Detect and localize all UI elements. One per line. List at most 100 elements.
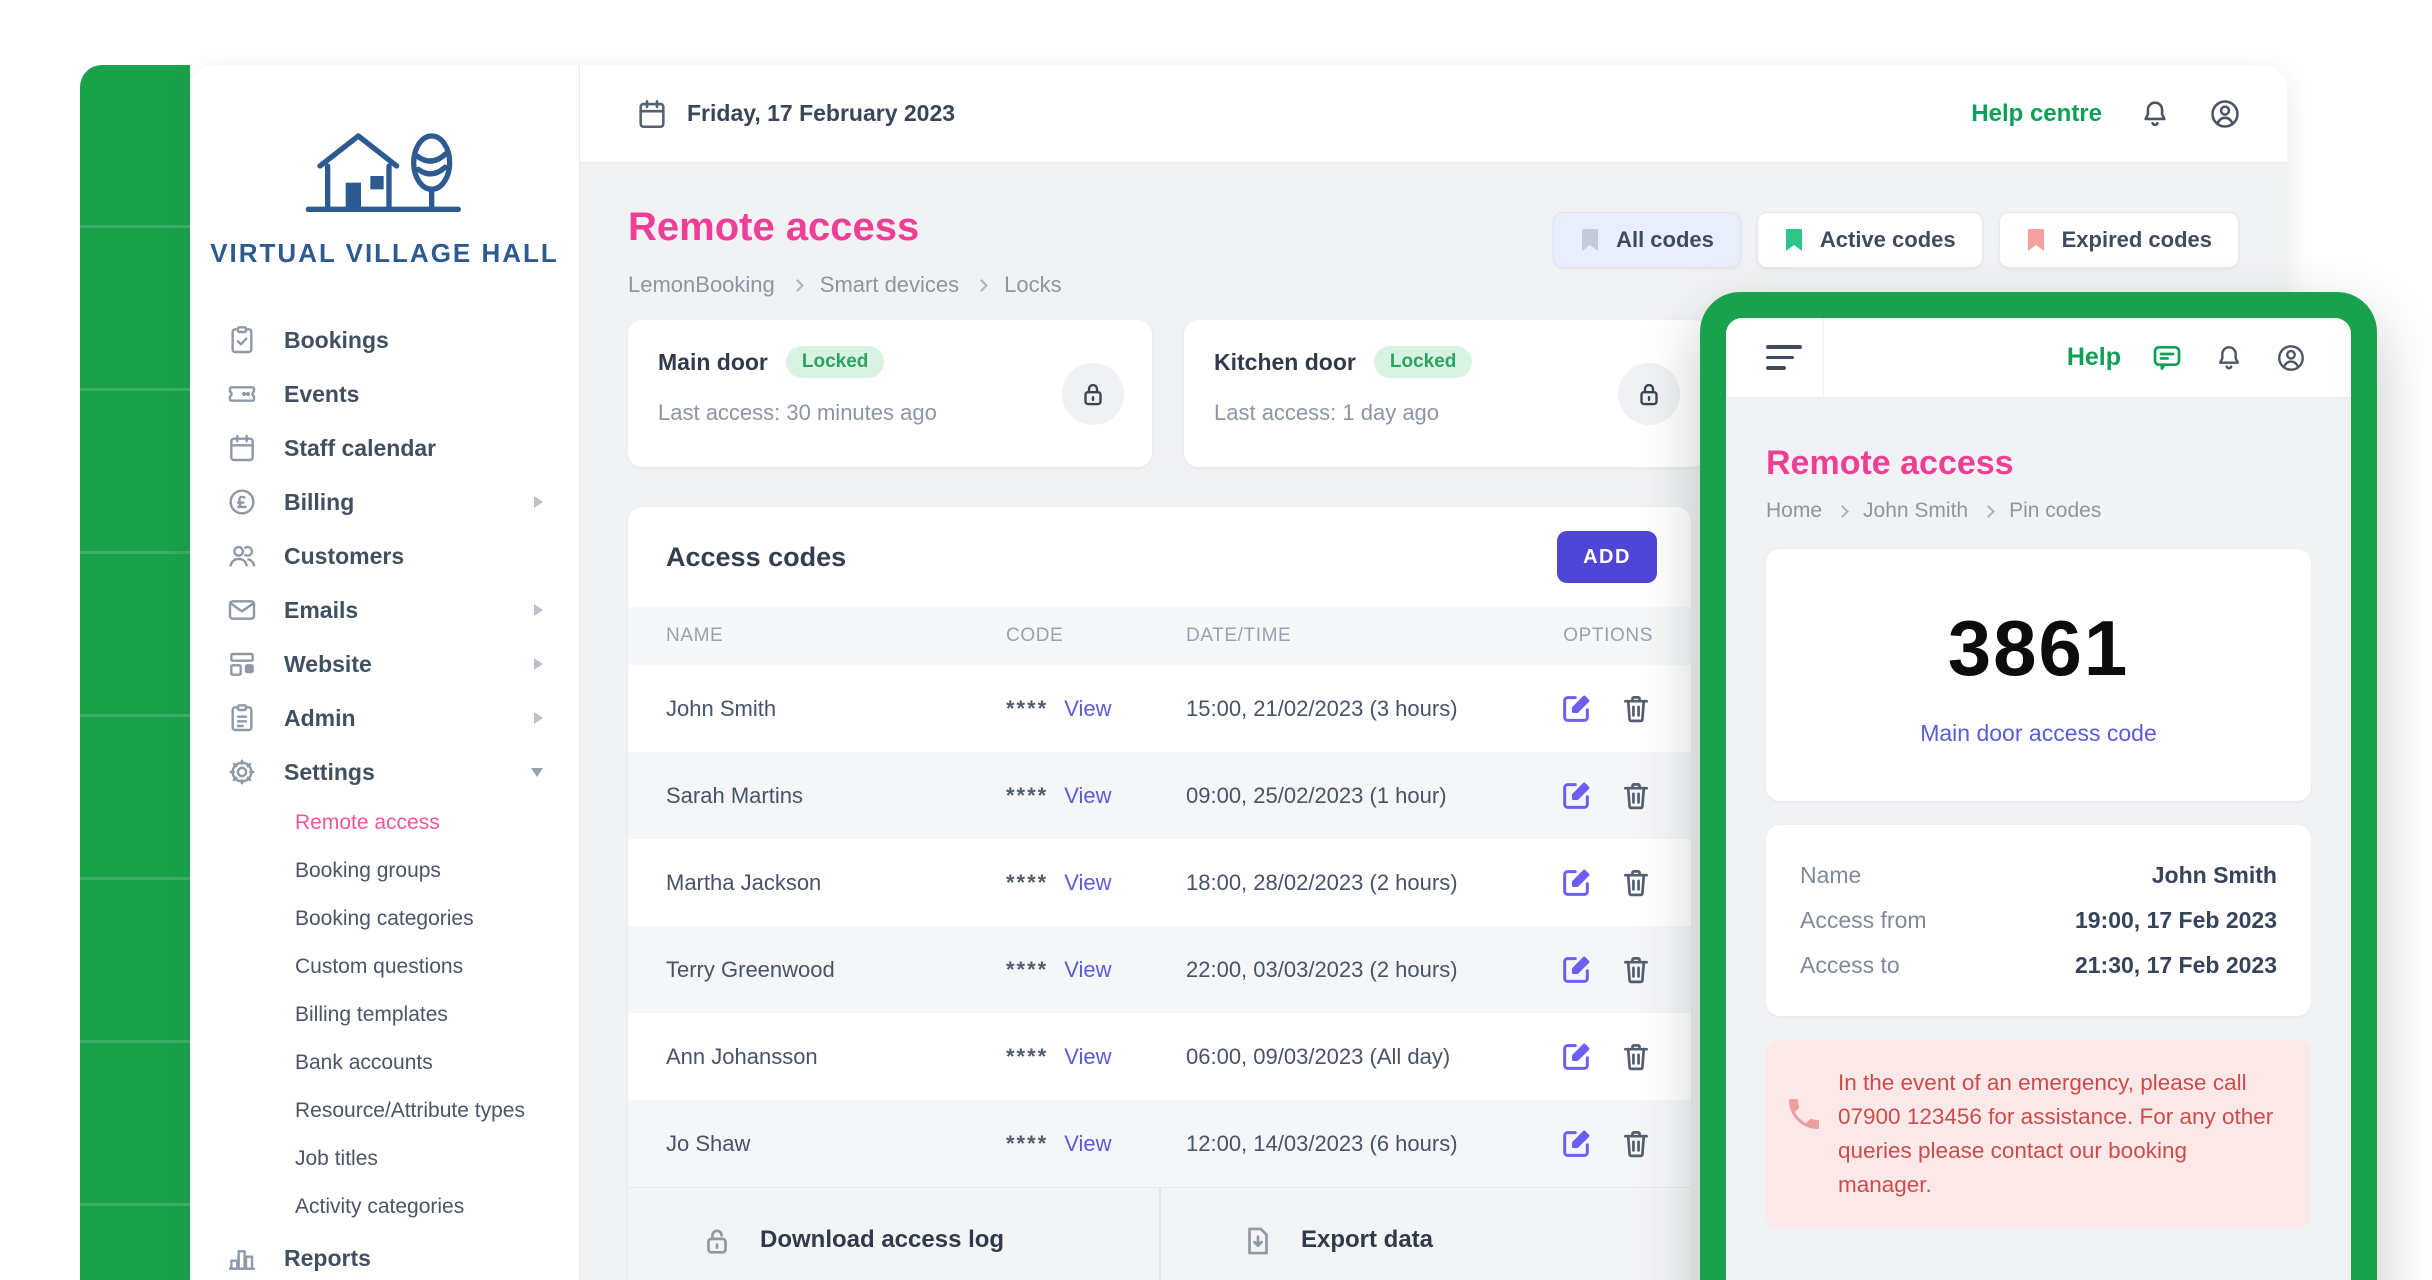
delete-button[interactable] (1619, 692, 1653, 726)
user-avatar-icon[interactable] (2208, 97, 2242, 131)
bell-icon[interactable] (2138, 97, 2172, 131)
edit-button[interactable] (1559, 692, 1593, 726)
sidebar-subitem-remote-access[interactable]: Remote access (190, 799, 579, 847)
row-name: Ann Johansson (666, 1044, 1006, 1070)
sidebar-subitem-billing-templates[interactable]: Billing templates (190, 991, 579, 1039)
delete-button[interactable] (1619, 1040, 1653, 1074)
download-access-log-button[interactable]: Download access log (628, 1188, 1159, 1280)
sidebar-subitem-booking-groups[interactable]: Booking groups (190, 847, 579, 895)
breadcrumb-item[interactable]: Home (1766, 499, 1822, 523)
last-access-text: Last access: 1 day ago (1214, 400, 1678, 426)
users-icon (226, 540, 258, 572)
chevron-right-icon (534, 658, 543, 670)
masked-code: **** (1006, 783, 1048, 809)
column-header-code: CODE (1006, 625, 1186, 647)
phone-help-link[interactable]: Help (2067, 343, 2121, 372)
sidebar-item-customers[interactable]: Customers (190, 529, 579, 583)
view-code-link[interactable]: View (1064, 957, 1111, 983)
sidebar-item-settings[interactable]: Settings (190, 745, 579, 799)
sidebar-item-emails[interactable]: Emails (190, 583, 579, 637)
export-data-button[interactable]: Export data (1159, 1188, 1691, 1280)
filter-all-codes[interactable]: All codes (1553, 212, 1741, 268)
sidebar-item-events[interactable]: Events (190, 367, 579, 421)
top-bar: Friday, 17 February 2023 Help centre (580, 65, 2287, 163)
view-code-link[interactable]: View (1064, 1131, 1111, 1157)
sidebar-subitem-resource-attribute-types[interactable]: Resource/Attribute types (190, 1087, 579, 1135)
delete-button[interactable] (1619, 779, 1653, 813)
user-avatar-icon[interactable] (2275, 342, 2307, 374)
delete-button[interactable] (1619, 1127, 1653, 1161)
bar-chart-icon (226, 1242, 258, 1274)
column-header-datetime: DATE/TIME (1186, 625, 1543, 647)
emergency-notice: In the event of an emergency, please cal… (1766, 1040, 2311, 1228)
view-code-link[interactable]: View (1064, 783, 1111, 809)
sidebar-item-label: Website (284, 651, 372, 678)
brand-logo: VIRTUAL VILLAGE HALL (190, 65, 579, 269)
chat-bubble-icon[interactable] (2151, 342, 2183, 374)
add-code-button[interactable]: ADD (1557, 531, 1657, 583)
pin-code-caption-link[interactable]: Main door access code (1920, 720, 2157, 747)
footer-action-label: Download access log (760, 1224, 1004, 1254)
access-codes-panel: Access codes ADD NAME CODE DATE/TIME OPT… (628, 507, 1691, 1280)
sidebar-item-website[interactable]: Website (190, 637, 579, 691)
help-centre-link[interactable]: Help centre (1971, 100, 2102, 128)
edit-button[interactable] (1559, 779, 1593, 813)
view-code-link[interactable]: View (1064, 696, 1111, 722)
delete-button[interactable] (1619, 866, 1653, 900)
filter-label: Expired codes (2062, 227, 2212, 253)
sidebar-subitem-bank-accounts[interactable]: Bank accounts (190, 1039, 579, 1087)
sidebar-item-reports[interactable]: Reports (190, 1231, 579, 1280)
padlock-icon (1634, 379, 1664, 409)
detail-value: John Smith (2152, 862, 2277, 889)
code-filters: All codes Active codes Expired codes (1553, 212, 2239, 268)
lock-toggle-button[interactable] (1618, 363, 1680, 425)
row-datetime: 06:00, 09/03/2023 (All day) (1186, 1044, 1543, 1070)
trash-icon (1619, 779, 1653, 813)
delete-button[interactable] (1619, 953, 1653, 987)
sidebar-subitem-activity-categories[interactable]: Activity categories (190, 1183, 579, 1231)
chevron-right-icon (534, 604, 543, 616)
detail-row: Name John Smith (1800, 853, 2277, 898)
view-code-link[interactable]: View (1064, 870, 1111, 896)
chevron-right-icon (1836, 505, 1849, 518)
gear-icon (226, 756, 258, 788)
edit-icon (1559, 1040, 1593, 1074)
sidebar-item-label: Customers (284, 543, 404, 570)
phone-handset-icon (1784, 1094, 1824, 1134)
table-row: Martha Jackson ****View 18:00, 28/02/202… (628, 839, 1691, 926)
footer-action-label: Export data (1301, 1224, 1433, 1254)
filter-expired-codes[interactable]: Expired codes (1999, 212, 2239, 268)
sidebar-item-label: Reports (284, 1245, 371, 1272)
detail-label: Name (1800, 862, 1861, 889)
edit-button[interactable] (1559, 1127, 1593, 1161)
edit-button[interactable] (1559, 953, 1593, 987)
sidebar-subitem-job-titles[interactable]: Job titles (190, 1135, 579, 1183)
edit-button[interactable] (1559, 866, 1593, 900)
sidebar-item-billing[interactable]: Billing (190, 475, 579, 529)
edit-button[interactable] (1559, 1040, 1593, 1074)
sidebar-menu: Bookings Events Staff calendar Billing (190, 313, 579, 1280)
breadcrumb-item[interactable]: John Smith (1863, 499, 1968, 523)
breadcrumb-item[interactable]: Locks (1004, 272, 1061, 298)
padlock-icon (1078, 379, 1108, 409)
sidebar-subitem-custom-questions[interactable]: Custom questions (190, 943, 579, 991)
sidebar-item-label: Settings (284, 759, 375, 786)
lock-toggle-button[interactable] (1062, 363, 1124, 425)
chevron-right-icon (791, 279, 804, 292)
trash-icon (1619, 1127, 1653, 1161)
breadcrumb-item[interactable]: LemonBooking (628, 272, 775, 298)
breadcrumb-item[interactable]: Smart devices (820, 272, 959, 298)
sidebar-item-admin[interactable]: Admin (190, 691, 579, 745)
filter-active-codes[interactable]: Active codes (1757, 212, 1983, 268)
table-row: Sarah Martins ****View 09:00, 25/02/2023… (628, 752, 1691, 839)
sidebar-subitem-booking-categories[interactable]: Booking categories (190, 895, 579, 943)
sidebar-item-staff-calendar[interactable]: Staff calendar (190, 421, 579, 475)
hamburger-menu-icon[interactable] (1726, 318, 1824, 397)
row-name: Sarah Martins (666, 783, 1006, 809)
bell-icon[interactable] (2213, 342, 2245, 374)
phone-mockup: Help Remote access Home John Smith Pin c… (1700, 292, 2377, 1280)
phone-top-bar: Help (1726, 318, 2351, 398)
breadcrumb-item[interactable]: Pin codes (2009, 499, 2101, 523)
sidebar-item-bookings[interactable]: Bookings (190, 313, 579, 367)
view-code-link[interactable]: View (1064, 1044, 1111, 1070)
